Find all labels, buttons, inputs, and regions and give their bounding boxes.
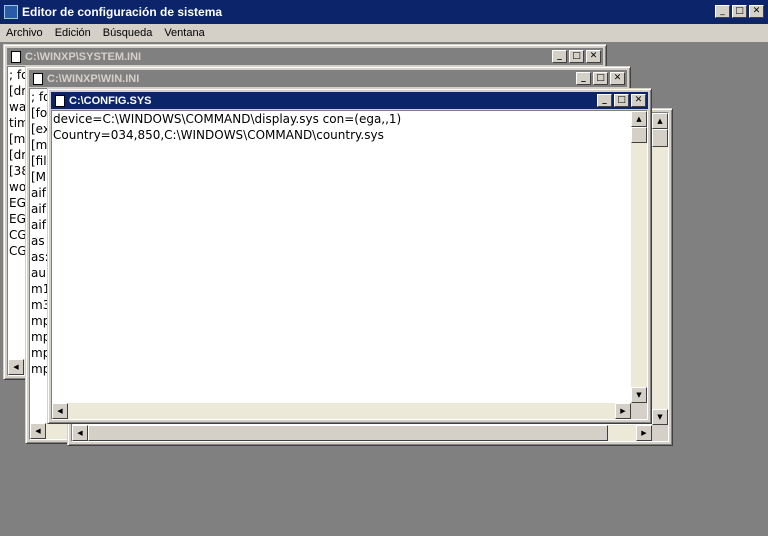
scroll-left-icon[interactable]: ◀	[8, 359, 24, 375]
scroll-down-icon[interactable]: ▼	[652, 409, 668, 425]
size-grip[interactable]	[652, 425, 668, 441]
menu-archivo[interactable]: Archivo	[0, 27, 49, 39]
size-grip[interactable]	[631, 403, 647, 419]
scroll-left-icon[interactable]: ◀	[72, 425, 88, 441]
config-sys-vertical-thumb[interactable]	[631, 127, 647, 143]
scroll-up-icon[interactable]: ▲	[652, 113, 668, 129]
config-sys-horizontal-scrollbar[interactable]: ◀ ▶	[52, 403, 631, 419]
config-sys-close-button[interactable]: ✕	[631, 94, 646, 107]
app-window-controls: _ □ ✕	[715, 5, 764, 18]
win-ini-controls: _ □ ✕	[576, 72, 625, 85]
menu-ventana[interactable]: Ventana	[158, 27, 210, 39]
scroll-left-icon[interactable]: ◀	[30, 423, 46, 439]
win-ini-minimize-button[interactable]: _	[576, 72, 591, 85]
system-ini-controls: _ □ ✕	[552, 50, 601, 63]
app-title: Editor de configuración de sistema	[22, 5, 223, 19]
config-sys-controls: _ □ ✕	[597, 94, 646, 107]
document-icon	[55, 94, 65, 107]
close-button[interactable]: ✕	[749, 5, 764, 18]
config-sys-titlebar[interactable]: C:\CONFIG.SYS _ □ ✕	[51, 92, 648, 109]
win-ini-close-button[interactable]: ✕	[610, 72, 625, 85]
document-icon	[33, 72, 43, 85]
text-line[interactable]: Country=034,850,C:\WINDOWS\COMMAND\count…	[53, 127, 647, 143]
scroll-left-icon[interactable]: ◀	[52, 403, 68, 419]
background-horizontal-thumb[interactable]	[88, 425, 608, 441]
scroll-right-icon[interactable]: ▶	[636, 425, 652, 441]
background-vertical-thumb[interactable]	[652, 129, 668, 147]
background-horizontal-scrollbar[interactable]: ◀ ▶	[72, 425, 652, 441]
document-icon	[11, 50, 21, 63]
config-sys-editor[interactable]: device=C:\WINDOWS\COMMAND\display.sys co…	[51, 110, 648, 420]
config-sys-title: C:\CONFIG.SYS	[69, 94, 152, 107]
maximize-button[interactable]: □	[732, 5, 747, 18]
scroll-up-icon[interactable]: ▲	[631, 111, 647, 127]
minimize-button[interactable]: _	[715, 5, 730, 18]
system-ini-titlebar[interactable]: C:\WINXP\SYSTEM.INI _ □ ✕	[7, 48, 603, 65]
config-sys-window[interactable]: C:\CONFIG.SYS _ □ ✕ device=C:\WINDOWS\CO…	[47, 88, 652, 424]
mdi-workspace: C:\WINXP\SYSTEM.INI _ □ ✕ ; fo [dr wa tim [m…	[0, 42, 768, 536]
win-ini-maximize-button[interactable]: □	[593, 72, 608, 85]
system-ini-close-button[interactable]: ✕	[586, 50, 601, 63]
config-sys-text[interactable]: device=C:\WINDOWS\COMMAND\display.sys co…	[52, 111, 647, 143]
text-line[interactable]: device=C:\WINDOWS\COMMAND\display.sys co…	[53, 111, 647, 127]
config-sys-maximize-button[interactable]: □	[614, 94, 629, 107]
win-ini-title: C:\WINXP\WIN.INI	[47, 72, 140, 85]
menu-bar: Archivo Edición Búsqueda Ventana	[0, 24, 768, 42]
scroll-right-icon[interactable]: ▶	[615, 403, 631, 419]
system-ini-minimize-button[interactable]: _	[552, 50, 567, 63]
system-ini-maximize-button[interactable]: □	[569, 50, 584, 63]
menu-edicion[interactable]: Edición	[49, 27, 97, 39]
system-ini-title: C:\WINXP\SYSTEM.INI	[25, 50, 142, 63]
scroll-down-icon[interactable]: ▼	[631, 387, 647, 403]
config-sys-vertical-scrollbar[interactable]: ▲ ▼	[631, 111, 647, 403]
app-titlebar[interactable]: Editor de configuración de sistema _ □ ✕	[0, 0, 768, 24]
app-icon[interactable]	[4, 5, 18, 19]
win-ini-titlebar[interactable]: C:\WINXP\WIN.INI _ □ ✕	[29, 70, 627, 87]
background-vertical-scrollbar[interactable]: ▲ ▼	[652, 113, 668, 425]
menu-busqueda[interactable]: Búsqueda	[97, 27, 159, 39]
config-sys-minimize-button[interactable]: _	[597, 94, 612, 107]
